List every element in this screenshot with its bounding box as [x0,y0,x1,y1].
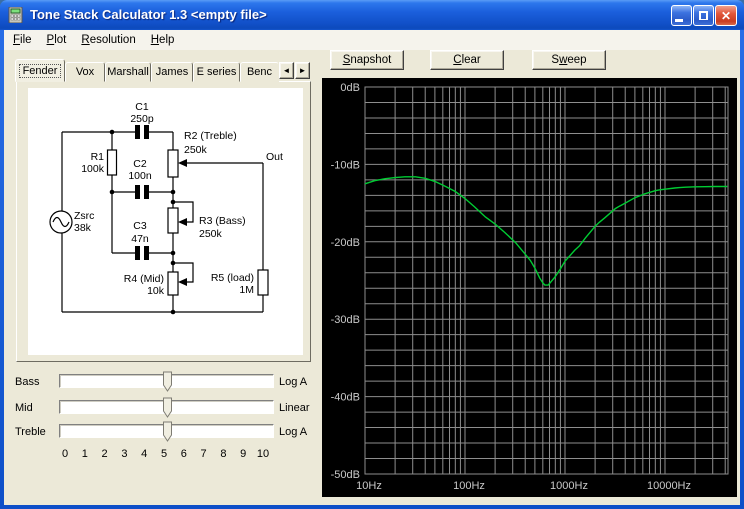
slider-scale-number: 9 [240,448,246,460]
r5-value: 1M [239,284,254,296]
slider-scale-number: 8 [220,448,226,460]
y-axis-tick-label: 0dB [340,82,360,94]
mid-label: Mid [15,402,57,414]
r2-name: R2 (Treble) [184,130,237,142]
arrow-left-icon: ◄ [283,66,291,75]
tab-vox[interactable]: Vox [65,62,105,82]
menu-plot[interactable]: Plot [40,32,75,49]
tab-james[interactable]: James [151,62,193,82]
y-axis-tick-label: -10dB [331,159,360,171]
titlebar[interactable]: Tone Stack Calculator 1.3 <empty file> ✕ [0,0,744,30]
response-curve [365,177,727,285]
mid-slider-thumb[interactable] [162,397,173,418]
out-label: Out [266,151,283,163]
bass-label: Bass [15,376,57,388]
zsrc-name: Zsrc [74,210,94,222]
slider-scale-number: 4 [141,448,147,460]
maximize-icon [699,11,708,20]
tab-bench[interactable]: Benc [240,62,279,82]
menu-resolution[interactable]: Resolution [74,32,143,49]
close-icon: ✕ [721,10,731,22]
tab-scroll-right-button[interactable]: ► [295,62,310,79]
r2-value: 250k [184,144,208,156]
menu-help[interactable]: Help [144,32,183,49]
maximize-button[interactable] [693,5,714,26]
menu-file[interactable]: File [6,32,40,49]
r3-value: 250k [199,228,223,240]
x-axis-tick-label: 100Hz [453,480,485,492]
r3-name: R3 (Bass) [199,215,246,227]
r5-name: R5 (load) [211,272,254,284]
bass-slider-thumb[interactable] [162,371,173,392]
slider-scale-number: 7 [201,448,207,460]
sweep-button[interactable]: Sweep [532,50,606,70]
y-axis-tick-label: -30dB [331,314,360,326]
r1-value: 100k [81,163,105,175]
x-axis-tick-label: 10000Hz [647,480,691,492]
circuit-diagram: C1 250p R2 (Treble) 250k R1 100k C2 100n… [28,88,303,355]
tab-fender-label: Fender [19,64,62,78]
c1-name: C1 [135,101,149,113]
mid-taper-label: Linear [279,402,310,414]
tab-marshall[interactable]: Marshall [105,62,151,82]
plot-border [365,87,728,474]
y-axis-tick-label: -20dB [331,237,360,249]
minimize-icon [675,19,683,22]
slider-scale-number: 1 [82,448,88,460]
r4-name: R4 (Mid) [124,273,164,285]
tab-scroll-left-button[interactable]: ◄ [279,62,294,79]
window-title: Tone Stack Calculator 1.3 <empty file> [30,0,267,30]
c3-name: C3 [133,220,147,232]
slider-scale-number: 6 [181,448,187,460]
tab-fender[interactable]: Fender [15,59,65,82]
close-button[interactable]: ✕ [715,5,737,26]
app-window: Tone Stack Calculator 1.3 <empty file> ✕… [0,0,744,509]
slider-scale-number: 2 [102,448,108,460]
tab-e-series[interactable]: E series [193,62,240,82]
arrow-right-icon: ► [299,66,307,75]
menu-bar: File Plot Resolution Help [4,30,740,50]
bass-taper-label: Log A [279,376,307,388]
pot-wiper-arrows [178,159,187,286]
c3-value: 47n [131,233,149,245]
slider-scale-number: 5 [161,448,167,460]
treble-slider-thumb[interactable] [162,421,173,442]
slider-scale-number: 10 [257,448,269,460]
slider-scale-number: 3 [121,448,127,460]
x-axis-tick-label: 1000Hz [550,480,588,492]
zsrc-value: 38k [74,222,92,234]
x-axis-tick-label: 10Hz [356,480,382,492]
source-symbol [50,211,72,233]
frequency-response-plot: 0dB-10dB-20dB-30dB-40dB-50dB10Hz100Hz100… [322,78,737,497]
r1-name: R1 [91,151,105,163]
snapshot-button[interactable]: Snapshot [330,50,404,70]
c1-value: 250p [130,113,154,125]
treble-taper-label: Log A [279,426,307,438]
app-icon [8,7,24,23]
c2-name: C2 [133,158,147,170]
treble-label: Treble [15,426,57,438]
y-axis-tick-label: -40dB [331,392,360,404]
r4-value: 10k [147,285,165,297]
clear-button[interactable]: Clear [430,50,504,70]
c2-value: 100n [128,170,152,182]
slider-scale-number: 0 [62,448,68,460]
minimize-button[interactable] [671,5,692,26]
slider-scale: 0 1 2 3 4 5 6 7 8 9 10 [0,448,320,462]
